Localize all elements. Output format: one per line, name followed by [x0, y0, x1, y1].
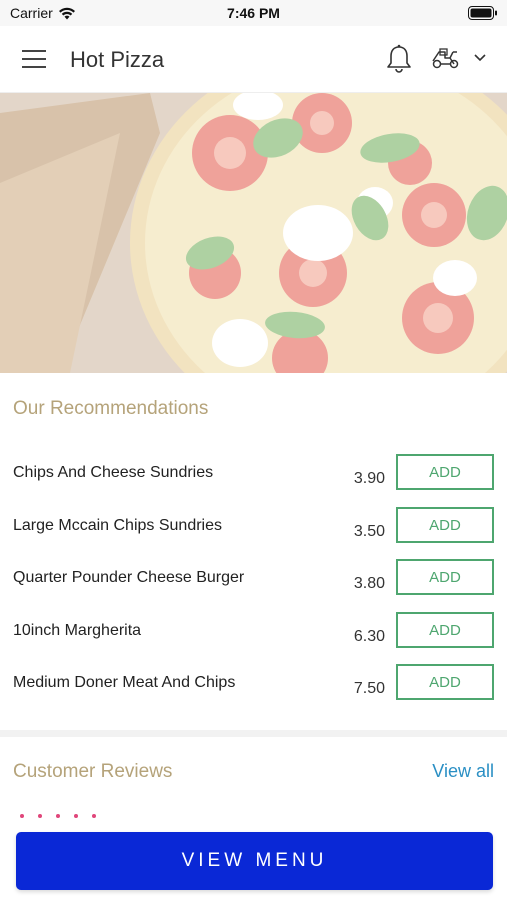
- status-bar: Carrier 7:46 PM: [0, 0, 507, 26]
- item-price: 3.80: [353, 575, 385, 592]
- item-price: 6.30: [353, 628, 385, 645]
- add-button[interactable]: ADD: [396, 454, 494, 490]
- star-icon: [38, 814, 42, 818]
- star-icon: [74, 814, 78, 818]
- item-name: Medium Doner Meat And Chips: [13, 674, 236, 691]
- recommendation-item: Medium Doner Meat And Chips 7.50 ADD: [0, 664, 507, 726]
- add-button[interactable]: ADD: [396, 612, 494, 648]
- hero-pizza-image: [0, 93, 507, 373]
- add-button[interactable]: ADD: [396, 507, 494, 543]
- item-name: Quarter Pounder Cheese Burger: [13, 569, 245, 586]
- menu-icon[interactable]: [22, 48, 48, 70]
- bell-icon[interactable]: [385, 44, 413, 74]
- page-title: Hot Pizza: [70, 47, 165, 72]
- recommendations-title: Our Recommendations: [13, 398, 209, 419]
- star-icon: [92, 814, 96, 818]
- view-all-link[interactable]: View all: [432, 761, 494, 782]
- section-divider: [0, 730, 507, 737]
- add-button[interactable]: ADD: [396, 664, 494, 700]
- chevron-down-icon[interactable]: [473, 53, 487, 63]
- item-name: Large Mccain Chips Sundries: [13, 517, 222, 534]
- star-icon: [20, 814, 24, 818]
- view-menu-button[interactable]: VIEW MENU: [16, 832, 493, 890]
- delivery-scooter-icon[interactable]: [431, 48, 461, 70]
- app-header: Hot Pizza: [0, 26, 507, 93]
- item-price: 3.90: [353, 470, 385, 487]
- status-time: 7:46 PM: [227, 5, 280, 21]
- battery-icon: [468, 6, 497, 20]
- item-price: 3.50: [353, 523, 385, 540]
- item-price: 7.50: [353, 680, 385, 697]
- rating-stars: [20, 814, 96, 818]
- reviews-title: Customer Reviews: [13, 761, 173, 782]
- item-name: Chips And Cheese Sundries: [13, 464, 214, 481]
- add-button[interactable]: ADD: [396, 559, 494, 595]
- item-name: 10inch Margherita: [13, 622, 142, 639]
- star-icon: [56, 814, 60, 818]
